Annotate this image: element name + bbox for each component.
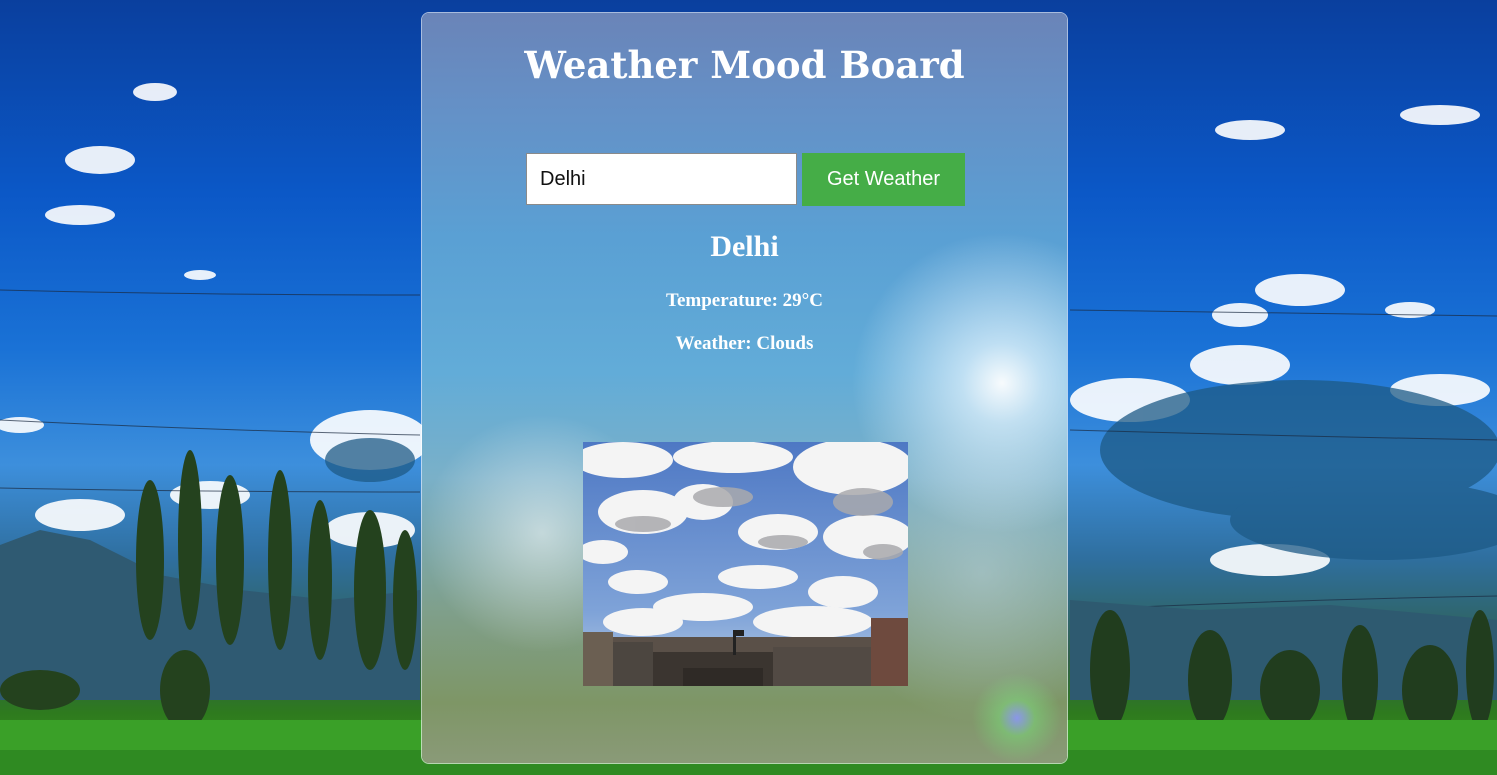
search-row: Get Weather [526,153,965,206]
page-title: Weather Mood Board [524,43,965,87]
weather-card: Weather Mood Board Get Weather Delhi Tem… [421,12,1068,764]
temperature-text: Temperature: 29°C [666,290,823,311]
result-city-name: Delhi [710,230,779,263]
weather-condition-text: Weather: Clouds [675,333,814,354]
cloudy-sky-photo-icon [583,442,908,686]
mood-image-cloudy-sky [583,442,908,686]
get-weather-button[interactable]: Get Weather [802,153,965,206]
city-search-input[interactable] [526,153,797,205]
